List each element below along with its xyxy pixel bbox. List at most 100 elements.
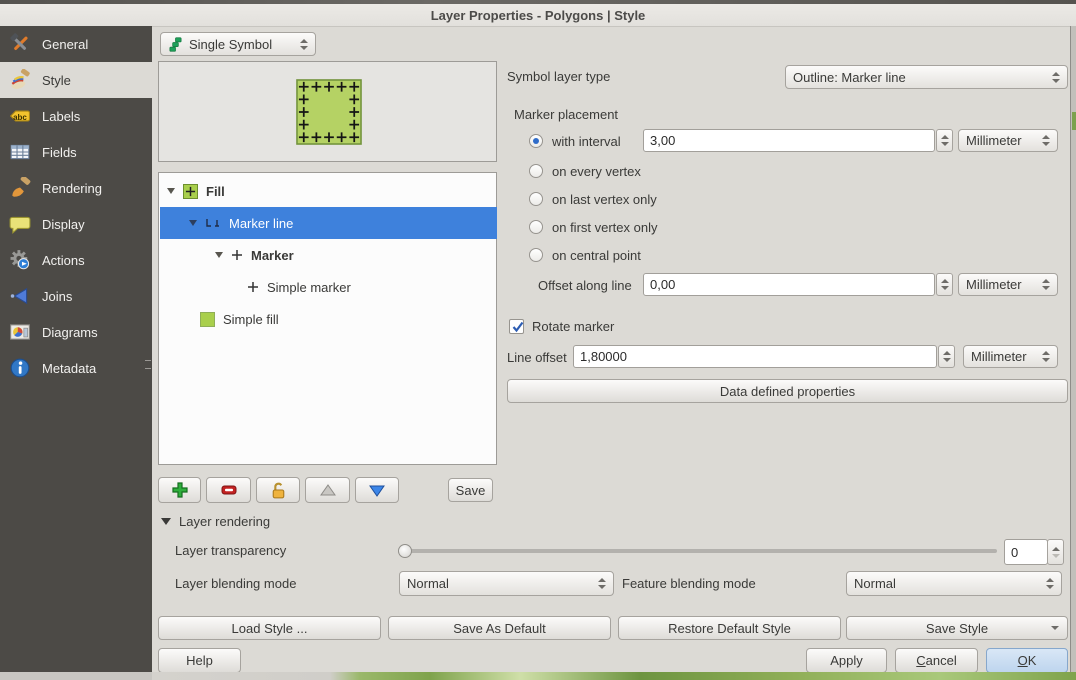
tools-icon (8, 32, 32, 56)
interval-input[interactable] (643, 129, 935, 152)
simple-marker-icon (247, 281, 259, 293)
remove-symbol-layer-button[interactable] (206, 477, 251, 503)
sidebar-item-general[interactable]: General (0, 26, 152, 62)
line-offset-input[interactable] (573, 345, 937, 368)
interval-unit-combo[interactable]: Millimeter (958, 129, 1058, 152)
restore-default-style-label: Restore Default Style (668, 621, 791, 636)
sidebar-item-label: Rendering (42, 181, 102, 196)
radio-label: with interval (552, 134, 621, 149)
data-defined-label: Data defined properties (720, 384, 855, 399)
offset-spinner[interactable] (936, 273, 953, 296)
transparency-value-input[interactable] (1004, 539, 1048, 565)
sidebar-item-fields[interactable]: Fields (0, 134, 152, 170)
line-offset-label: Line offset (507, 350, 567, 366)
load-style-button[interactable]: Load Style ... (158, 616, 381, 640)
offset-unit-combo[interactable]: Millimeter (958, 273, 1058, 296)
transparency-spinner[interactable] (1047, 539, 1064, 565)
radio-button[interactable] (529, 164, 543, 178)
sidebar-item-labels[interactable]: abc Labels (0, 98, 152, 134)
radio-label: on last vertex only (552, 192, 657, 207)
ok-button[interactable]: OK (986, 648, 1068, 673)
lock-color-button[interactable] (256, 477, 300, 503)
feature-blending-mode-combo[interactable]: Normal (846, 571, 1062, 596)
apply-button[interactable]: Apply (806, 648, 887, 673)
radio-button[interactable] (529, 192, 543, 206)
radio-on-central-point[interactable]: on central point (529, 247, 641, 263)
help-label: Help (186, 653, 213, 668)
save-style-label: Save Style (926, 621, 988, 636)
rotate-marker-checkbox[interactable] (509, 319, 524, 334)
speech-bubble-icon (8, 212, 32, 236)
expand-arrow-icon[interactable] (215, 252, 223, 258)
layer-rendering-header[interactable]: Layer rendering (179, 514, 270, 530)
sidebar-item-display[interactable]: Display (0, 206, 152, 242)
layer-transparency-label: Layer transparency (175, 543, 286, 559)
offset-along-line-input[interactable] (643, 273, 935, 296)
line-offset-unit-combo[interactable]: Millimeter (963, 345, 1058, 368)
tree-item-marker[interactable]: Marker (160, 239, 497, 271)
line-offset-spinner[interactable] (938, 345, 955, 368)
symbol-layer-type-combo[interactable]: Outline: Marker line (785, 65, 1068, 89)
interval-spinner[interactable] (936, 129, 953, 152)
plus-icon (171, 481, 189, 499)
down-triangle-icon (368, 481, 386, 499)
fill-layer-icon (183, 184, 198, 199)
renderer-combo[interactable]: Single Symbol (160, 32, 316, 56)
move-up-button[interactable] (305, 477, 350, 503)
offset-along-line-label: Offset along line (538, 278, 632, 294)
save-symbol-button[interactable]: Save (448, 478, 493, 502)
expand-arrow-icon[interactable] (167, 188, 175, 194)
help-button[interactable]: Help (158, 648, 241, 673)
tree-item-marker-line[interactable]: Marker line (160, 207, 497, 239)
splitter-handle[interactable] (145, 360, 151, 369)
combo-arrows-icon (1036, 351, 1050, 362)
abc-tag-icon: abc (8, 104, 32, 128)
tree-item-simple-marker[interactable]: Simple marker (160, 271, 497, 303)
transparency-slider-handle[interactable] (398, 544, 412, 558)
radio-button[interactable] (529, 220, 543, 234)
pie-chart-icon (8, 320, 32, 344)
restore-default-style-button[interactable]: Restore Default Style (618, 616, 841, 640)
table-icon (8, 140, 32, 164)
sidebar-item-metadata[interactable]: Metadata (0, 350, 152, 386)
radio-with-interval[interactable]: with interval (529, 133, 621, 149)
symbol-layer-tree: Fill Marker line Marker Simple marker Si… (158, 172, 497, 465)
collapse-arrow-icon[interactable] (161, 518, 171, 525)
load-style-label: Load Style ... (232, 621, 308, 636)
interval-unit-value: Millimeter (966, 133, 1022, 148)
radio-on-first-vertex[interactable]: on first vertex only (529, 219, 658, 235)
combo-arrows-icon (592, 578, 606, 589)
layer-blending-mode-combo[interactable]: Normal (399, 571, 614, 596)
sidebar-item-joins[interactable]: Joins (0, 278, 152, 314)
line-offset-unit-value: Millimeter (971, 349, 1027, 364)
combo-arrows-icon (1046, 72, 1060, 83)
ok-label: OK (1018, 653, 1037, 668)
cancel-button[interactable]: Cancel (895, 648, 978, 673)
save-as-default-button[interactable]: Save As Default (388, 616, 611, 640)
sidebar-item-style[interactable]: Style (0, 62, 152, 98)
sidebar-item-label: Metadata (42, 361, 96, 376)
radio-button[interactable] (529, 248, 543, 262)
paintbrush-icon (8, 68, 32, 92)
save-style-dropdown-button[interactable]: Save Style (846, 616, 1068, 640)
tree-item-simple-fill[interactable]: Simple fill (160, 303, 497, 335)
marker-line-icon (205, 217, 221, 229)
abc-icon-text: abc (8, 104, 32, 129)
radio-button-selected[interactable] (529, 134, 543, 148)
radio-on-every-vertex[interactable]: on every vertex (529, 163, 641, 179)
combo-arrows-icon (1040, 578, 1054, 589)
radio-label: on every vertex (552, 164, 641, 179)
tree-item-fill[interactable]: Fill (160, 175, 497, 207)
move-down-button[interactable] (355, 477, 399, 503)
sidebar-item-rendering[interactable]: Rendering (0, 170, 152, 206)
sidebar-item-diagrams[interactable]: Diagrams (0, 314, 152, 350)
expand-arrow-icon[interactable] (189, 220, 197, 226)
transparency-slider-track[interactable] (399, 549, 997, 553)
combo-arrows-icon (1036, 135, 1050, 146)
apply-label: Apply (830, 653, 863, 668)
add-symbol-layer-button[interactable] (158, 477, 201, 503)
dialog-titlebar[interactable]: Layer Properties - Polygons | Style (0, 4, 1076, 27)
sidebar-item-actions[interactable]: Actions (0, 242, 152, 278)
radio-on-last-vertex[interactable]: on last vertex only (529, 191, 657, 207)
data-defined-properties-button[interactable]: Data defined properties (507, 379, 1068, 403)
